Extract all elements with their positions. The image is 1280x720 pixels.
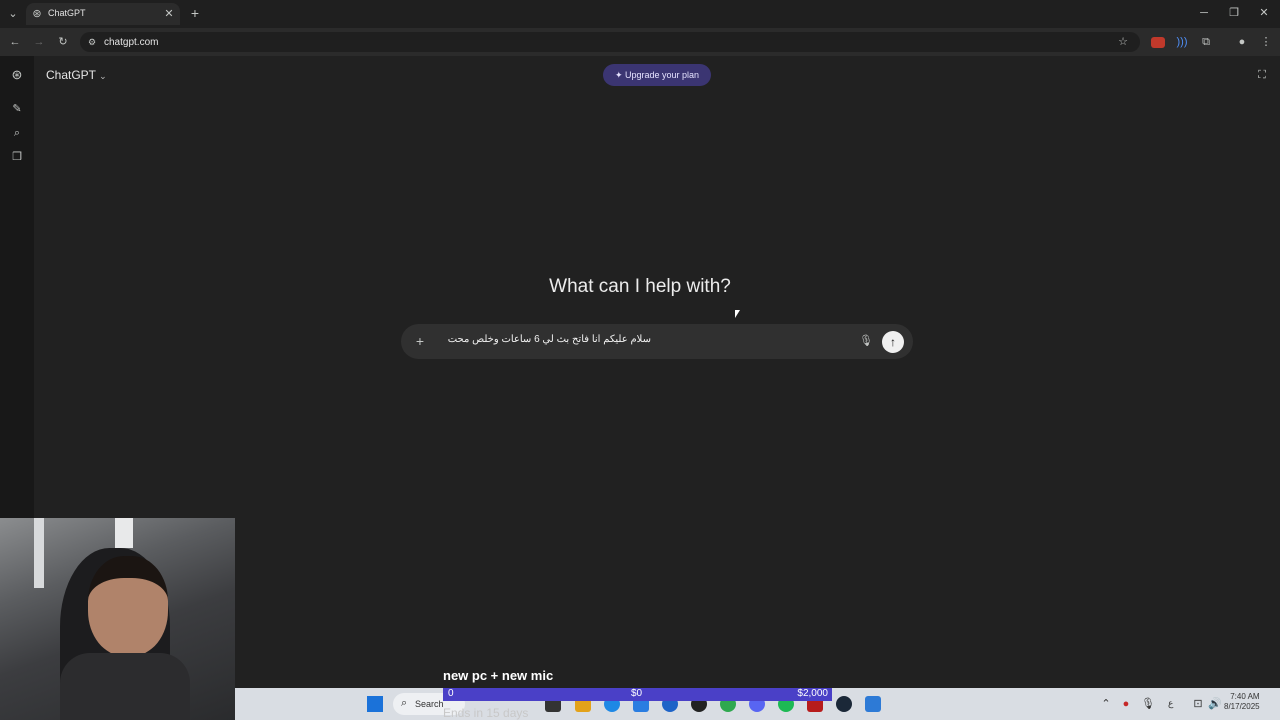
upgrade-label: Upgrade your plan — [624, 70, 700, 80]
arrow-up-icon: ↑ — [890, 335, 896, 349]
webcam-light — [34, 518, 44, 588]
microphone-icon[interactable]: 🎙 — [859, 335, 873, 347]
person-shirt — [60, 653, 190, 720]
browser-tab[interactable]: ⊛ ChatGPT ✕ — [26, 3, 180, 25]
close-tab-icon[interactable]: ✕ — [162, 8, 176, 20]
new-tab-icon[interactable]: + — [188, 6, 202, 20]
forward-icon[interactable]: → — [32, 36, 46, 48]
temporary-chat-icon[interactable]: ⛶ — [1255, 69, 1269, 81]
extensions-puzzle-icon[interactable]: ⧉ — [1199, 36, 1213, 48]
goal-progress-bar: 0 $0 $2,000 — [443, 688, 832, 701]
openai-logo-icon[interactable]: ⊛ — [10, 68, 24, 81]
goal-current-value: $0 — [631, 688, 643, 699]
model-selector[interactable]: ChatGPT ⌄ — [46, 68, 107, 82]
goal-start-value: 0 — [448, 688, 454, 699]
person-face — [88, 556, 168, 656]
site-info-icon[interactable]: ⚙ — [85, 36, 99, 48]
sparkle-icon: ✦ — [614, 70, 625, 80]
page-heading: What can I help with? — [549, 276, 731, 297]
windows-start-icon[interactable] — [367, 696, 383, 712]
upgrade-plan-button[interactable]: ✦ Upgrade your plan — [603, 64, 711, 86]
browser-menu-icon[interactable]: ⋮ — [1259, 36, 1273, 48]
address-bar[interactable]: ⚙ chatgpt.com ☆ — [80, 32, 1140, 52]
restore-icon[interactable]: ❐ — [1227, 7, 1241, 19]
taskbar-search-label: Search — [415, 699, 444, 709]
microphone-tray-icon[interactable]: 🎙 — [1141, 698, 1155, 710]
mouse-cursor-icon — [735, 310, 740, 318]
search-icon[interactable]: ⌕ — [10, 127, 24, 139]
bookmark-star-icon[interactable]: ☆ — [1116, 36, 1130, 48]
prompt-input[interactable]: سلام عليكم انا فاتح بث لي 6 ساعات وخلص م… — [431, 334, 651, 345]
chevron-down-icon: ⌄ — [99, 71, 107, 81]
reload-icon[interactable]: ↻ — [56, 36, 70, 48]
composer[interactable]: + سلام عليكم انا فاتح بث لي 6 ساعات وخلص… — [401, 324, 913, 359]
volume-icon[interactable]: 🔊 — [1208, 698, 1222, 710]
webcam-feed — [0, 518, 235, 720]
library-icon[interactable]: ❒ — [10, 151, 24, 163]
adblock-extension-icon[interactable] — [1151, 37, 1165, 48]
input-language[interactable]: ع — [1168, 698, 1173, 709]
goal-title: new pc + new mic — [443, 668, 554, 683]
tab-list-chevron-icon[interactable]: ⌄ — [6, 8, 20, 20]
url-text: chatgpt.com — [104, 37, 159, 48]
steam-icon[interactable] — [836, 696, 852, 712]
clock-time: 7:40 AM — [1230, 692, 1260, 701]
back-icon[interactable]: ← — [8, 36, 22, 48]
chatgpt-favicon-icon: ⊛ — [32, 8, 42, 20]
attach-plus-icon[interactable]: + — [413, 334, 427, 348]
taskbar-app-icon[interactable] — [865, 696, 881, 712]
network-icon[interactable]: ⊡ — [1191, 698, 1205, 710]
window-close-icon[interactable]: ✕ — [1257, 7, 1271, 19]
clock-date: 8/17/2025 — [1224, 702, 1260, 711]
browser-toolbar: ← → ↻ ⚙ chatgpt.com ☆ ))) ⧉ ● ⋮ — [0, 28, 1280, 56]
clock[interactable]: 7:40 AM 8/17/2025 — [1224, 692, 1260, 712]
profile-icon[interactable]: ● — [1235, 36, 1249, 48]
send-button[interactable]: ↑ — [882, 331, 904, 353]
minimize-icon[interactable]: ─ — [1197, 7, 1211, 19]
tray-app-icon[interactable]: ● — [1119, 698, 1133, 710]
chevron-up-icon[interactable]: ⌃ — [1099, 698, 1113, 710]
tab-title: ChatGPT — [48, 8, 86, 18]
audio-extension-icon[interactable]: ))) — [1175, 36, 1189, 48]
search-icon: ⌕ — [401, 697, 408, 709]
goal-target-value: $2,000 — [797, 688, 828, 699]
model-name: ChatGPT — [46, 68, 96, 82]
browser-tab-bar: ⌄ ⊛ ChatGPT ✕ + ─ ❐ ✕ — [0, 0, 1280, 28]
goal-subtitle: Ends in 15 days — [443, 706, 529, 720]
new-chat-icon[interactable]: ✎ — [10, 103, 24, 115]
webcam-light — [115, 518, 133, 548]
